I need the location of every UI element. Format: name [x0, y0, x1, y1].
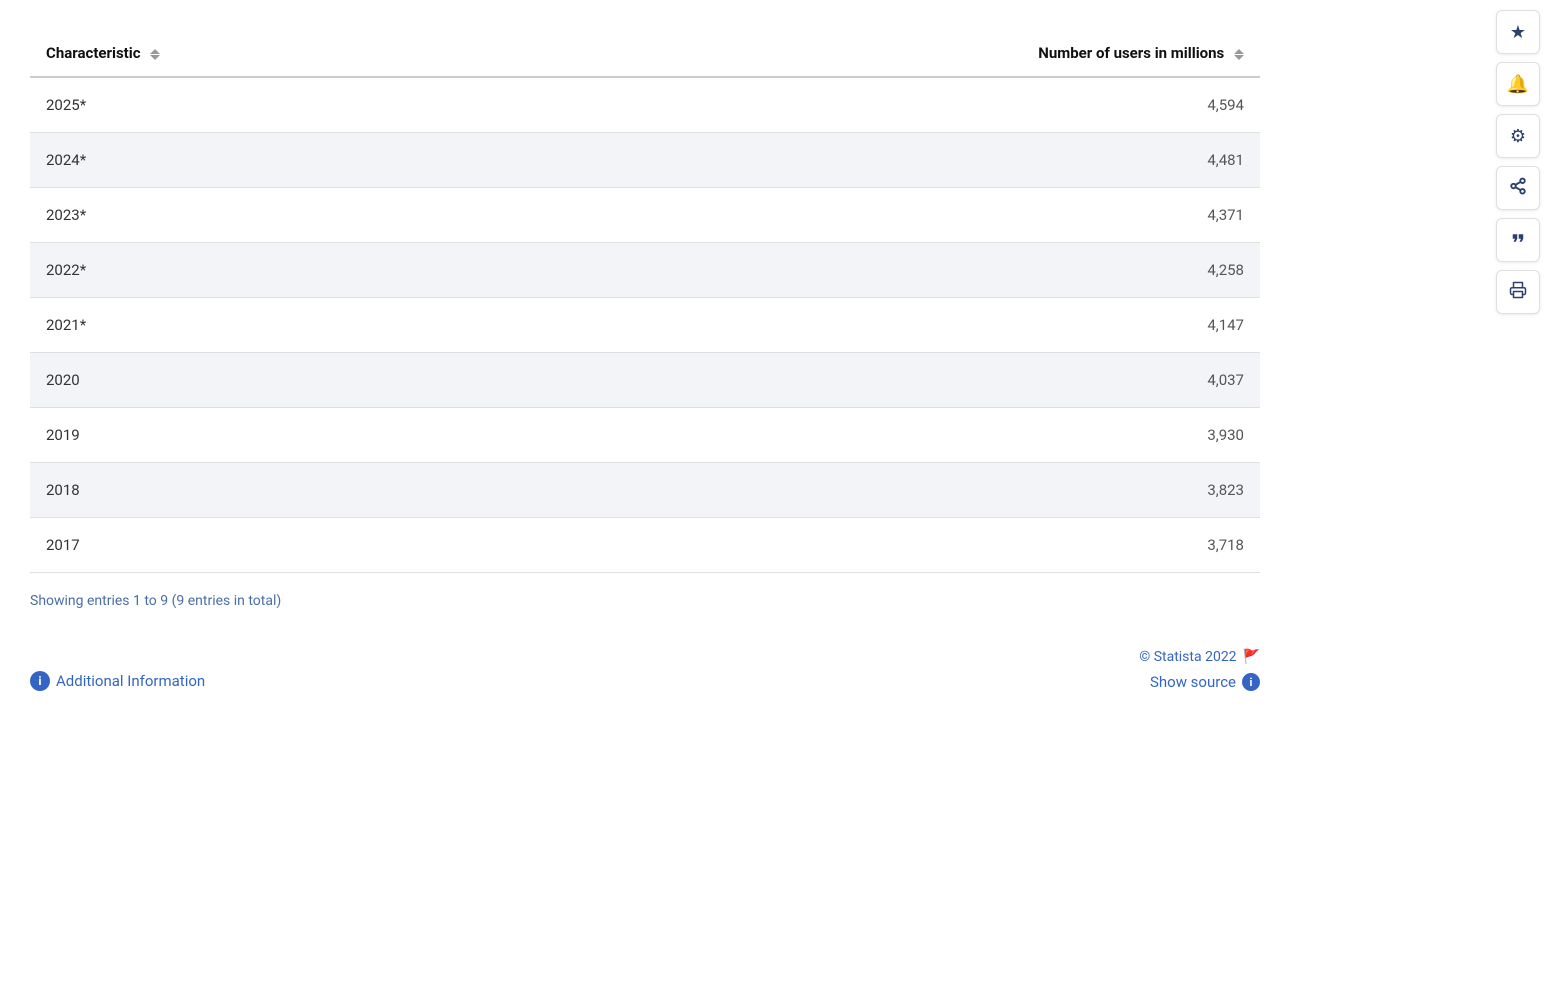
- characteristic-cell: 2018: [30, 463, 499, 518]
- col1-sort-icon[interactable]: [150, 49, 160, 60]
- sidebar: ★ 🔔 ⚙: [1488, 0, 1548, 324]
- col1-header[interactable]: Characteristic: [30, 30, 499, 77]
- characteristic-cell: 2021*: [30, 298, 499, 353]
- value-cell: 4,147: [499, 298, 1260, 353]
- entries-info: Showing entries 1 to 9 (9 entries in tot…: [30, 593, 1260, 609]
- characteristic-cell: 2020: [30, 353, 499, 408]
- copyright-text: © Statista 2022: [1139, 649, 1236, 665]
- print-button[interactable]: [1496, 270, 1540, 314]
- quote-icon: [1509, 229, 1527, 252]
- value-cell: 3,718: [499, 518, 1260, 573]
- share-button[interactable]: [1496, 166, 1540, 210]
- characteristic-cell: 2022*: [30, 243, 499, 298]
- show-source-link[interactable]: Show source i: [1150, 673, 1260, 691]
- value-cell: 4,258: [499, 243, 1260, 298]
- show-source-text: Show source: [1150, 673, 1236, 691]
- show-source-icon: i: [1242, 673, 1260, 691]
- star-icon: ★: [1510, 22, 1526, 43]
- data-table: Characteristic Number of users in millio…: [30, 30, 1260, 573]
- table-row: 20173,718: [30, 518, 1260, 573]
- quote-button[interactable]: [1496, 218, 1540, 262]
- col2-header[interactable]: Number of users in millions: [499, 30, 1260, 77]
- value-cell: 3,823: [499, 463, 1260, 518]
- gear-icon: ⚙: [1510, 126, 1526, 147]
- star-button[interactable]: ★: [1496, 10, 1540, 54]
- col2-sort-icon[interactable]: [1234, 49, 1244, 60]
- print-icon: [1509, 281, 1527, 304]
- col2-header-text: Number of users in millions: [1038, 44, 1224, 62]
- characteristic-cell: 2017: [30, 518, 499, 573]
- entries-text: Showing entries 1 to 9 (9 entries in tot…: [30, 593, 281, 609]
- value-cell: 4,481: [499, 133, 1260, 188]
- notification-button[interactable]: 🔔: [1496, 62, 1540, 106]
- table-row: 20204,037: [30, 353, 1260, 408]
- footer-bottom: i Additional Information © Statista 2022…: [30, 649, 1260, 691]
- bell-icon: 🔔: [1507, 74, 1529, 95]
- additional-info-icon: i: [30, 671, 50, 691]
- table-row: 2023*4,371: [30, 188, 1260, 243]
- additional-info-label: Additional Information: [56, 672, 205, 690]
- main-content: Characteristic Number of users in millio…: [0, 0, 1290, 982]
- table-row: 2024*4,481: [30, 133, 1260, 188]
- settings-button[interactable]: ⚙: [1496, 114, 1540, 158]
- table-row: 2021*4,147: [30, 298, 1260, 353]
- characteristic-cell: 2019: [30, 408, 499, 463]
- table-row: 20193,930: [30, 408, 1260, 463]
- value-cell: 3,930: [499, 408, 1260, 463]
- table-row: 2025*4,594: [30, 77, 1260, 133]
- col1-header-text: Characteristic: [46, 44, 141, 62]
- table-row: 2022*4,258: [30, 243, 1260, 298]
- characteristic-cell: 2023*: [30, 188, 499, 243]
- value-cell: 4,371: [499, 188, 1260, 243]
- characteristic-cell: 2025*: [30, 77, 499, 133]
- share-icon: [1509, 177, 1527, 200]
- flag-icon: 🚩: [1243, 649, 1260, 665]
- characteristic-cell: 2024*: [30, 133, 499, 188]
- copyright-line: © Statista 2022 🚩: [1139, 649, 1260, 665]
- value-cell: 4,594: [499, 77, 1260, 133]
- value-cell: 4,037: [499, 353, 1260, 408]
- additional-info-link[interactable]: i Additional Information: [30, 671, 205, 691]
- table-row: 20183,823: [30, 463, 1260, 518]
- right-footer: © Statista 2022 🚩 Show source i: [1139, 649, 1260, 691]
